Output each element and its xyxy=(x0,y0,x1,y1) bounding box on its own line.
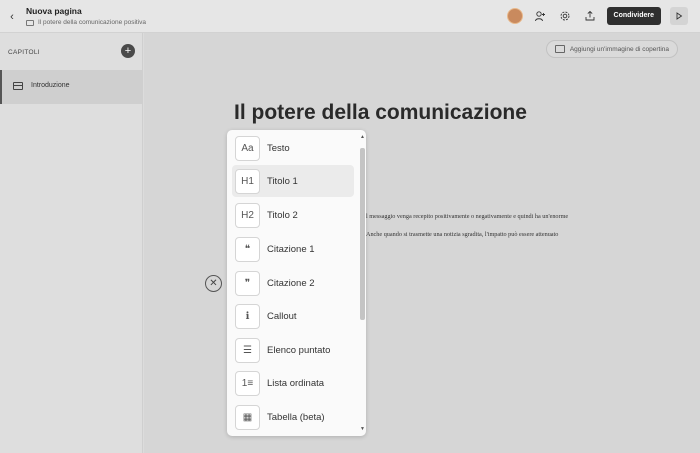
breadcrumb[interactable]: Il potere della comunicazione positiva xyxy=(26,19,146,26)
menu-item-label: Citazione 2 xyxy=(267,277,315,289)
scroll-thumb[interactable] xyxy=(360,148,365,320)
sidebar-item-label: Introduzione xyxy=(31,82,70,89)
scroll-up-icon[interactable]: ▲ xyxy=(360,134,365,140)
menu-item-label: Lista ordinata xyxy=(267,377,325,389)
menu-item-label: Titolo 2 xyxy=(267,209,298,221)
page-name[interactable]: Nuova pagina xyxy=(26,6,82,16)
add-user-icon[interactable] xyxy=(532,8,548,24)
paragraph-line[interactable]: Anche quando si trasmette una notizia sg… xyxy=(366,231,558,238)
share-button[interactable]: Condividere xyxy=(606,7,661,25)
gear-icon[interactable] xyxy=(557,8,573,24)
image-icon xyxy=(554,45,565,53)
add-cover-button[interactable]: Aggiungi un'immagine di copertina xyxy=(545,40,678,58)
menu-item-citazione-2[interactable]: ❞ Citazione 2 xyxy=(232,267,354,299)
add-cover-label: Aggiungi un'immagine di copertina xyxy=(569,45,669,53)
heading-2-icon: H2 xyxy=(235,202,260,228)
sidebar: CAPITOLI + Introduzione xyxy=(0,33,143,453)
menu-item-elenco-puntato[interactable]: ☰ Elenco puntato xyxy=(232,334,354,366)
heading-1-icon: H1 xyxy=(235,168,260,194)
sidebar-item-introduzione[interactable]: Introduzione xyxy=(0,70,142,104)
top-bar: ‹ Nuova pagina Il potere della comunicaz… xyxy=(0,0,700,33)
menu-item-callout[interactable]: ℹ Callout xyxy=(232,300,354,332)
menu-item-label: Tabella (beta) xyxy=(267,411,325,423)
menu-item-citazione-1[interactable]: ❝ Citazione 1 xyxy=(232,233,354,265)
menu-item-titolo-2[interactable]: H2 Titolo 2 xyxy=(232,199,354,231)
export-icon[interactable] xyxy=(582,8,598,24)
menu-item-testo[interactable]: Aa Testo xyxy=(232,132,354,164)
text-icon: Aa xyxy=(235,135,260,161)
block-type-menu: Aa Testo H1 Titolo 1 H2 Titolo 2 ❝ Citaz… xyxy=(227,130,366,436)
breadcrumb-label: Il potere della comunicazione positiva xyxy=(38,19,147,26)
menu-item-titolo-1[interactable]: H1 Titolo 1 xyxy=(232,165,354,197)
chapter-icon xyxy=(13,82,23,90)
callout-icon: ℹ xyxy=(235,303,260,329)
menu-item-tabella[interactable]: ▦ Tabella (beta) xyxy=(232,401,354,433)
menu-item-lista-ordinata[interactable]: 1≡ Lista ordinata xyxy=(232,367,354,399)
quote-2-icon: ❞ xyxy=(235,270,260,296)
menu-item-label: Citazione 1 xyxy=(267,243,315,255)
top-actions: Condividere xyxy=(506,7,688,25)
add-chapter-button[interactable]: + xyxy=(121,44,135,58)
paragraph-line[interactable]: l messaggio venga recepito positivamente… xyxy=(366,213,568,220)
numbered-list-icon: 1≡ xyxy=(235,370,260,396)
scroll-down-icon[interactable]: ▼ xyxy=(360,426,365,432)
menu-item-label: Testo xyxy=(267,142,290,154)
menu-item-label: Titolo 1 xyxy=(267,175,298,187)
play-icon[interactable] xyxy=(670,7,688,25)
menu-item-label: Elenco puntato xyxy=(267,344,331,356)
page-title[interactable]: Il potere della comunicazione xyxy=(234,101,527,125)
quote-1-icon: ❝ xyxy=(235,236,260,262)
menu-scrollbar[interactable]: ▲ ▼ xyxy=(360,134,365,432)
close-icon[interactable]: ✕ xyxy=(205,275,222,292)
avatar[interactable] xyxy=(506,8,523,24)
bullet-list-icon: ☰ xyxy=(235,337,260,363)
menu-item-label: Callout xyxy=(267,310,297,322)
chevron-left-icon[interactable]: ‹ xyxy=(6,10,18,24)
sidebar-heading: CAPITOLI xyxy=(8,49,40,56)
table-icon: ▦ xyxy=(235,404,260,430)
folder-icon xyxy=(26,19,34,26)
